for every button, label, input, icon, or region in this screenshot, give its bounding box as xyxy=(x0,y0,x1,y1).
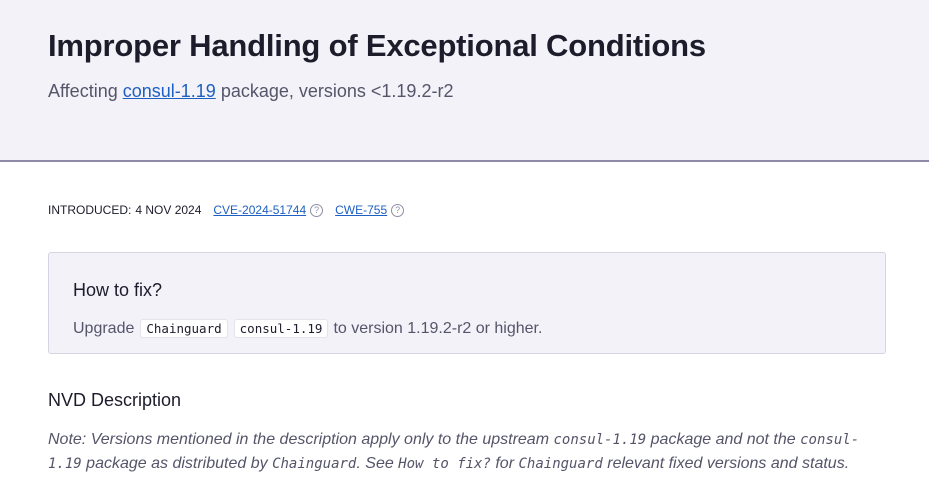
page-title: Improper Handling of Exceptional Conditi… xyxy=(48,28,706,63)
note-text-5: for xyxy=(495,455,515,472)
vulnerability-header: Improper Handling of Exceptional Conditi… xyxy=(0,0,929,162)
note-text-6: relevant fixed versions and status. xyxy=(607,455,850,472)
cve-link[interactable]: CVE-2024-51744 xyxy=(213,203,306,217)
introduced-label: INTRODUCED: xyxy=(48,203,132,217)
note-text-1: Note: Versions mentioned in the descript… xyxy=(48,431,550,448)
cve-reference: CVE-2024-51744 ? xyxy=(213,203,324,217)
fix-version-text: to version 1.19.2-r2 or higher. xyxy=(333,319,543,337)
how-to-fix-panel: How to fix? Upgrade Chainguard consul-1.… xyxy=(48,252,886,354)
note-text-2: package and not the xyxy=(650,431,796,448)
fix-instruction: Upgrade Chainguard consul-1.19 to versio… xyxy=(73,319,542,338)
package-link[interactable]: consul-1.19 xyxy=(123,81,216,101)
note-text-3: package as distributed by xyxy=(86,455,268,472)
vulnerability-meta: INTRODUCED: 4 NOV 2024 CVE-2024-51744 ? … xyxy=(48,203,405,217)
cwe-reference: CWE-755 ? xyxy=(335,203,405,217)
question-circle-icon[interactable]: ? xyxy=(391,203,405,217)
affecting-prefix: Affecting xyxy=(48,81,118,101)
note-vendor-2: Chainguard xyxy=(518,456,603,472)
note-vendor-1: Chainguard xyxy=(272,456,357,472)
introduced-date: 4 NOV 2024 xyxy=(135,203,202,217)
nvd-note: Note: Versions mentioned in the descript… xyxy=(48,428,888,476)
cwe-link[interactable]: CWE-755 xyxy=(335,203,387,217)
vendor-chip: Chainguard xyxy=(140,319,228,338)
note-text-4: . See xyxy=(356,455,394,472)
nvd-description-heading: NVD Description xyxy=(48,390,182,410)
question-circle-icon[interactable]: ? xyxy=(310,203,324,217)
how-to-fix-heading: How to fix? xyxy=(73,280,163,300)
package-chip: consul-1.19 xyxy=(233,319,329,338)
note-how-to-fix: How to fix? xyxy=(398,456,491,472)
upgrade-label: Upgrade xyxy=(73,319,135,337)
affecting-suffix: package, versions <1.19.2-r2 xyxy=(220,81,454,101)
affecting-line: Affecting consul-1.19 package, versions … xyxy=(48,81,453,102)
note-package-1: consul-1.19 xyxy=(553,432,647,448)
